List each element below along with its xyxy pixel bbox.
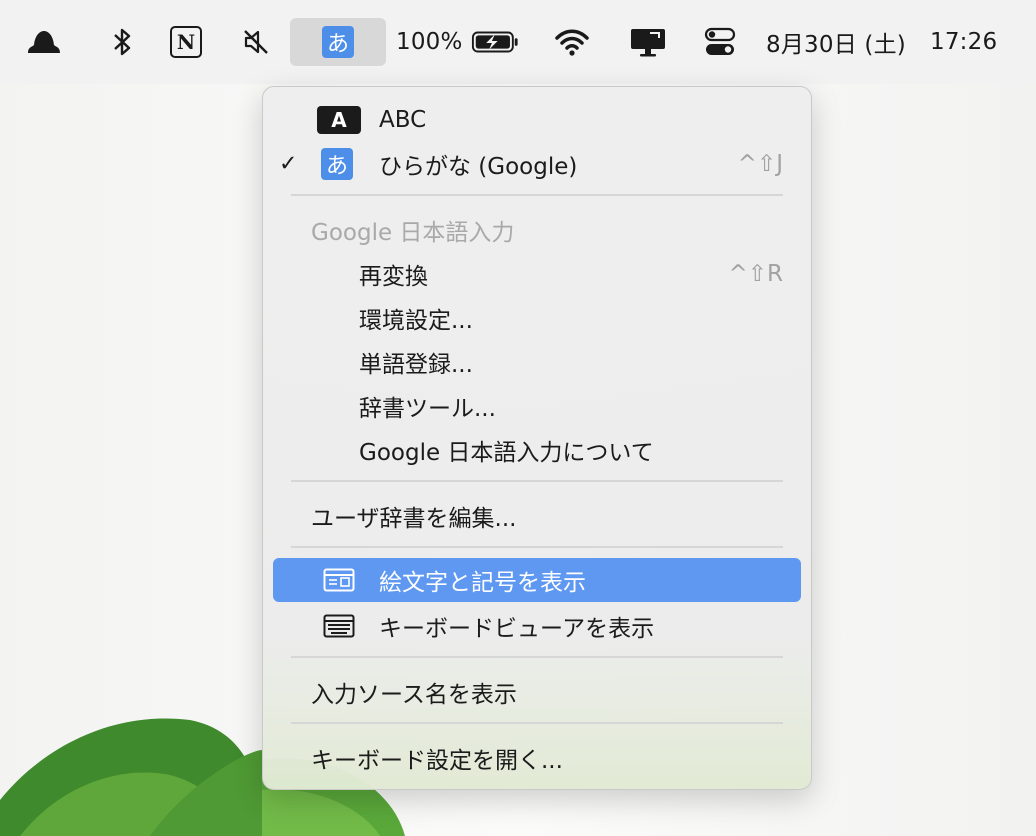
- bluetooth-icon[interactable]: [104, 18, 140, 66]
- menubar-date[interactable]: 8月30日 (土): [766, 18, 914, 66]
- control-center-icon[interactable]: [700, 18, 740, 66]
- checkmark-icon: ✓: [279, 151, 298, 177]
- about-label: Google 日本語入力について: [359, 440, 654, 466]
- menu-item-abc[interactable]: A ABC: [263, 98, 811, 142]
- menu-item-edit-user-dictionary[interactable]: ユーザ辞書を編集...: [263, 494, 811, 538]
- abc-badge-icon: A: [317, 106, 361, 134]
- menu-item-keyboard-viewer[interactable]: キーボードビューアを表示: [263, 604, 811, 648]
- menu-separator: [291, 656, 783, 658]
- input-source-dropdown-menu: A ABC ✓ あ ひらがな (Google) ^⇧J Google 日本語入力…: [262, 86, 812, 790]
- show-input-name-label: 入力ソース名を表示: [311, 682, 517, 708]
- menu-item-reconvert[interactable]: 再変換 ^⇧R: [263, 252, 811, 296]
- notion-icon-letter: N: [170, 26, 202, 58]
- menu-separator: [291, 722, 783, 724]
- abc-label: ABC: [379, 107, 427, 133]
- open-keyboard-settings-label: キーボード設定を開く...: [311, 748, 563, 774]
- input-source-menu-button[interactable]: あ: [290, 18, 386, 66]
- reconvert-shortcut: ^⇧R: [728, 261, 783, 287]
- edit-user-dict-label: ユーザ辞書を編集...: [311, 506, 517, 532]
- menu-item-word-register[interactable]: 単語登録...: [263, 340, 811, 384]
- date-text: 8月30日 (土): [766, 32, 906, 58]
- keyboard-viewer-label: キーボードビューアを表示: [379, 616, 655, 642]
- menu-separator: [291, 194, 783, 196]
- menu-item-preferences[interactable]: 環境設定...: [263, 296, 811, 340]
- menu-item-hiragana-google[interactable]: ✓ あ ひらがな (Google) ^⇧J: [263, 142, 811, 186]
- display-icon[interactable]: [626, 18, 670, 66]
- hiragana-shortcut: ^⇧J: [737, 151, 783, 177]
- menu-separator: [291, 480, 783, 482]
- word-register-label: 単語登録...: [359, 352, 473, 378]
- hiragana-icon: あ: [322, 26, 354, 58]
- menubar-clock[interactable]: 17:26: [930, 18, 1010, 66]
- menu-item-open-keyboard-settings[interactable]: キーボード設定を開く...: [263, 736, 811, 780]
- menu-bar: N あ 100% 8月30日 (土) 17:26: [0, 0, 1036, 84]
- menu-item-emoji-symbols[interactable]: 絵文字と記号を表示: [273, 558, 801, 602]
- dictionary-tool-label: 辞書ツール...: [359, 396, 496, 422]
- muted-speaker-icon[interactable]: [236, 18, 276, 66]
- keyboard-viewer-icon: [323, 614, 355, 638]
- menu-item-dictionary-tool[interactable]: 辞書ツール...: [263, 384, 811, 428]
- character-viewer-icon: [323, 568, 355, 592]
- emoji-label: 絵文字と記号を表示: [379, 570, 586, 596]
- hiragana-label: ひらがな (Google): [379, 154, 578, 180]
- preferences-label: 環境設定...: [359, 308, 473, 334]
- section-header-label: Google 日本語入力: [311, 220, 515, 246]
- menu-item-show-input-source-name[interactable]: 入力ソース名を表示: [263, 670, 811, 714]
- time-text: 17:26: [930, 29, 998, 55]
- battery-status[interactable]: 100%: [396, 18, 520, 66]
- hat-icon[interactable]: [20, 18, 68, 66]
- menu-separator: [291, 546, 783, 548]
- battery-percentage: 100%: [396, 29, 463, 55]
- section-header-google-ime: Google 日本語入力: [263, 208, 811, 252]
- hiragana-badge-icon: あ: [321, 148, 353, 180]
- menu-item-about-google-ime[interactable]: Google 日本語入力について: [263, 428, 811, 472]
- wifi-icon[interactable]: [552, 18, 592, 66]
- reconvert-label: 再変換: [359, 264, 428, 290]
- notion-icon[interactable]: N: [166, 18, 206, 66]
- battery-charging-icon: [471, 31, 518, 53]
